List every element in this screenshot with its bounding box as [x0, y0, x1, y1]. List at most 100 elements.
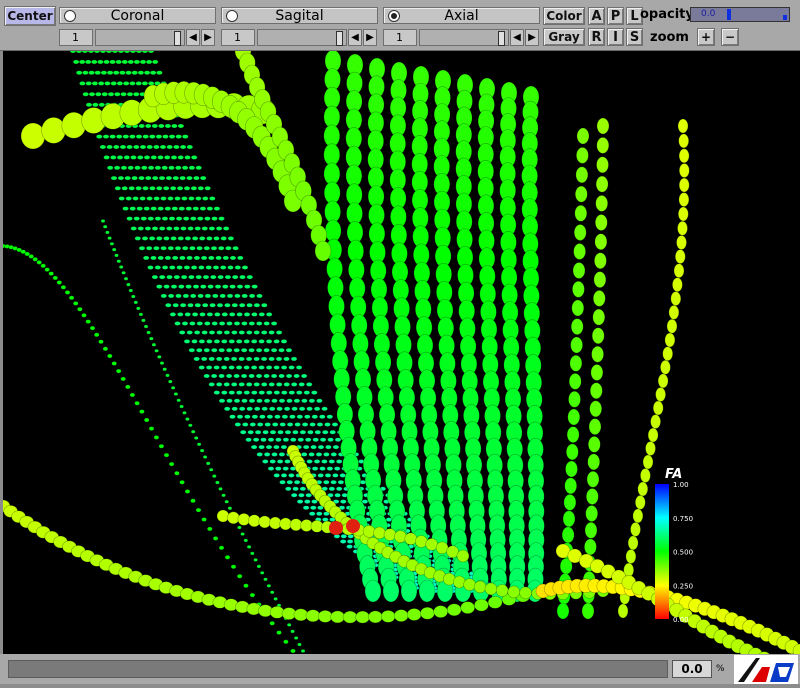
- fiber-segment: [300, 373, 308, 379]
- fiber-segment: [269, 590, 275, 595]
- fiber-segment: [20, 122, 46, 150]
- fiber-segment: [181, 245, 189, 251]
- fiber-segment: [324, 473, 332, 478]
- axial-slider[interactable]: 1 ◀ ▶: [383, 29, 540, 46]
- fiber-segment: [190, 186, 198, 191]
- fiber-segment: [151, 342, 157, 347]
- fiber-segment: [159, 144, 167, 150]
- arrow-right-icon[interactable]: ▶: [201, 29, 215, 46]
- orient-a-button[interactable]: A: [588, 7, 605, 25]
- fiber-segment: [131, 70, 138, 76]
- fiber-segment: [323, 143, 341, 166]
- fiber-segment: [258, 390, 266, 395]
- fiber-segment: [290, 648, 296, 654]
- color-button[interactable]: Color: [543, 7, 585, 25]
- opacity-slider-thumb[interactable]: [727, 9, 731, 20]
- axial-radio[interactable]: Axial: [383, 7, 540, 24]
- fiber-segment: [199, 175, 207, 181]
- fiber-segment: [69, 51, 77, 54]
- gray-button[interactable]: Gray: [543, 28, 585, 46]
- orient-p-button[interactable]: P: [607, 7, 624, 25]
- fiber-segment: [161, 265, 169, 270]
- zoom-in-button[interactable]: +: [697, 28, 715, 46]
- fiber-segment: [261, 406, 269, 412]
- fiber-segment: [239, 429, 247, 435]
- sagital-slider[interactable]: 1 ◀ ▶: [221, 29, 378, 46]
- fiber-segment: [146, 196, 153, 201]
- fiber-segment: [309, 505, 317, 511]
- axial-slider-thumb[interactable]: [498, 31, 505, 46]
- fiber-segment: [171, 255, 179, 261]
- fiber-segment: [393, 609, 409, 622]
- fiber-segment: [98, 339, 104, 345]
- fiber-segment: [295, 390, 303, 395]
- fiber-segment: [260, 437, 267, 443]
- arrow-left-icon[interactable]: ◀: [348, 29, 362, 46]
- fiber-segment: [301, 422, 309, 427]
- fiber-segment: [190, 498, 196, 504]
- fiber-segment: [164, 206, 172, 211]
- fiber-segment: [121, 59, 129, 65]
- arrow-right-icon[interactable]: ▶: [525, 29, 539, 46]
- fiber-segment: [126, 216, 133, 221]
- fiber-segment: [283, 382, 291, 387]
- fiber-segment: [280, 339, 288, 344]
- sagital-slider-thumb[interactable]: [336, 31, 343, 46]
- fiber-segment: [148, 236, 156, 241]
- fiber-segment: [141, 236, 149, 241]
- fiber-segment: [400, 579, 418, 603]
- orient-r-button[interactable]: R: [588, 28, 605, 46]
- fiber-segment: [217, 245, 225, 251]
- fiber-segment: [178, 206, 186, 211]
- fiber-segment: [368, 610, 383, 624]
- fiber-segment: [574, 205, 588, 222]
- axial-slider-track[interactable]: [419, 29, 509, 46]
- sagital-slice-number[interactable]: 1: [221, 29, 255, 46]
- arrow-right-icon[interactable]: ▶: [363, 29, 377, 46]
- zoom-out-button[interactable]: −: [721, 28, 739, 46]
- fiber-segment: [179, 144, 187, 150]
- fiber-segment: [72, 301, 79, 306]
- center-button[interactable]: Center: [4, 6, 56, 26]
- orient-i-button[interactable]: I: [607, 28, 624, 46]
- fiber-segment: [225, 245, 232, 251]
- fiber-segment: [315, 452, 323, 457]
- sagital-radio[interactable]: Sagital: [221, 7, 378, 24]
- coronal-slider-track[interactable]: [95, 29, 185, 46]
- fiber-segment: [260, 356, 268, 362]
- fiber-segment: [127, 59, 135, 65]
- fiber-segment: [660, 359, 671, 375]
- fiber-segment: [315, 511, 323, 517]
- opacity-slider[interactable]: 0.0: [690, 7, 790, 22]
- fiber-segment: [571, 299, 585, 317]
- arrow-left-icon[interactable]: ◀: [510, 29, 524, 46]
- axial-slice-number[interactable]: 1: [383, 29, 417, 46]
- fiber-segment: [125, 196, 132, 201]
- fiber-segment: [201, 330, 208, 335]
- fiber-segment: [137, 70, 145, 76]
- fiber-segment: [276, 406, 283, 412]
- fiber-segment: [244, 284, 251, 289]
- coronal-radio[interactable]: Coronal: [59, 7, 216, 24]
- coronal-slice-number[interactable]: 1: [59, 29, 93, 46]
- fiber-segment: [674, 249, 686, 264]
- fiber-segment: [184, 489, 191, 494]
- coronal-slider[interactable]: 1 ◀ ▶: [59, 29, 216, 46]
- fiber-segment: [259, 570, 265, 575]
- orient-s-button[interactable]: S: [626, 28, 643, 46]
- fiber-segment: [102, 134, 110, 139]
- sagital-label: Sagital: [275, 8, 324, 24]
- render-viewport[interactable]: FA 1.00 0.750 0.500 0.250 0.00: [3, 51, 800, 654]
- coronal-slider-thumb[interactable]: [174, 31, 181, 46]
- fiber-segment: [215, 382, 223, 387]
- fiber-segment: [233, 321, 241, 326]
- fiber-segment: [100, 70, 108, 76]
- arrow-left-icon[interactable]: ◀: [186, 29, 200, 46]
- fiber-segment: [227, 265, 234, 270]
- fiber-segment: [75, 70, 83, 76]
- sagital-slider-track[interactable]: [257, 29, 347, 46]
- fiber-segment: [157, 354, 162, 359]
- fiber-segment: [262, 429, 269, 435]
- fiber-segment: [40, 263, 47, 269]
- fiber-segment: [102, 346, 109, 352]
